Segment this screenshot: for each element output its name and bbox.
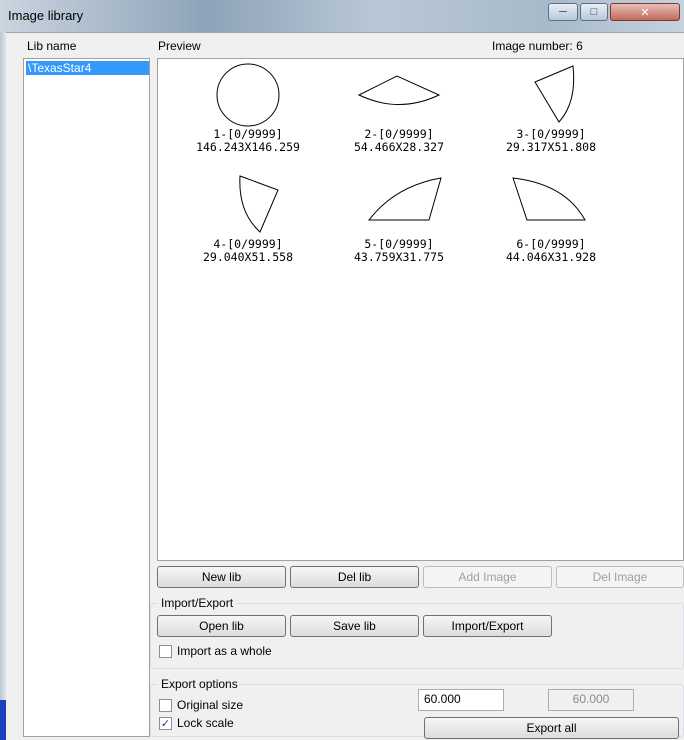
original-size-label: Original size <box>177 698 244 712</box>
image-size: 146.243X146.259 <box>196 140 300 154</box>
maximize-icon: □ <box>590 6 598 18</box>
image-thumbnail[interactable]: 6-[0/9999] 44.046X31.928 <box>481 172 621 264</box>
image-number-label: Image number: 6 <box>492 39 583 53</box>
export-height-input[interactable]: 60.000 <box>548 689 634 711</box>
lib-name-header: Lib name <box>27 39 77 53</box>
sector-left-shape-icon <box>239 175 279 233</box>
save-lib-button[interactable]: Save lib <box>290 615 419 637</box>
checkmark-icon: ✓ <box>160 718 171 730</box>
image-preview-panel[interactable]: 1-[0/9999] 146.243X146.259 2-[0/9999] 54… <box>157 58 684 561</box>
image-size: 29.040X51.558 <box>202 250 293 264</box>
image-size: 29.317X51.808 <box>505 140 596 154</box>
image-number-text: Image number: <box>492 39 573 53</box>
new-lib-button[interactable]: New lib <box>157 566 286 588</box>
image-size: 44.046X31.928 <box>505 250 596 264</box>
maximize-button[interactable]: □ <box>580 3 608 21</box>
minimize-button[interactable]: ─ <box>548 3 578 21</box>
import-export-group-title: Import/Export <box>158 596 237 610</box>
original-size-checkbox[interactable] <box>159 699 172 712</box>
open-lib-button[interactable]: Open lib <box>157 615 286 637</box>
del-image-button[interactable]: Del Image <box>556 566 684 588</box>
window-title: Image library <box>8 8 84 23</box>
import-as-whole-checkbox[interactable] <box>159 645 172 658</box>
image-thumbnail[interactable]: 4-[0/9999] 29.040X51.558 <box>178 172 318 264</box>
image-size: 43.759X31.775 <box>353 250 444 264</box>
image-thumbnail[interactable]: 5-[0/9999] 43.759X31.775 <box>329 172 469 264</box>
lock-scale-label: Lock scale <box>177 716 234 730</box>
lock-scale-checkbox[interactable]: ✓ <box>159 717 172 730</box>
add-image-button[interactable]: Add Image <box>423 566 552 588</box>
import-as-whole-label: Import as a whole <box>177 644 272 658</box>
close-button[interactable]: ✕ <box>610 3 680 21</box>
circle-shape-icon <box>216 63 280 127</box>
export-all-button[interactable]: Export all <box>424 717 679 739</box>
sector-down-shape-icon <box>357 75 441 105</box>
library-item[interactable]: \TexasStar4 <box>26 61 149 75</box>
image-thumbnail[interactable]: 1-[0/9999] 146.243X146.259 <box>178 62 318 154</box>
sector-up-right-shape-icon <box>367 177 442 221</box>
preview-header: Preview <box>158 39 201 53</box>
del-lib-button[interactable]: Del lib <box>290 566 419 588</box>
close-icon: ✕ <box>640 6 650 19</box>
title-bar: Image library ─ □ ✕ <box>0 0 684 33</box>
image-number-value: 6 <box>576 39 583 53</box>
image-size: 54.466X28.327 <box>353 140 444 154</box>
library-list[interactable]: \TexasStar4 <box>23 58 150 737</box>
export-options-group-title: Export options <box>158 677 241 691</box>
minimize-icon: ─ <box>559 6 567 18</box>
export-width-input[interactable]: 60.000 <box>418 689 504 711</box>
image-thumbnail[interactable]: 3-[0/9999] 29.317X51.808 <box>481 62 621 154</box>
import-export-button[interactable]: Import/Export <box>423 615 552 637</box>
window-edge-accent <box>0 700 6 740</box>
image-thumbnail[interactable]: 2-[0/9999] 54.466X28.327 <box>329 62 469 154</box>
sector-up-left-shape-icon <box>512 177 586 221</box>
window-left-border <box>0 32 6 740</box>
sector-right-shape-icon <box>534 65 575 123</box>
